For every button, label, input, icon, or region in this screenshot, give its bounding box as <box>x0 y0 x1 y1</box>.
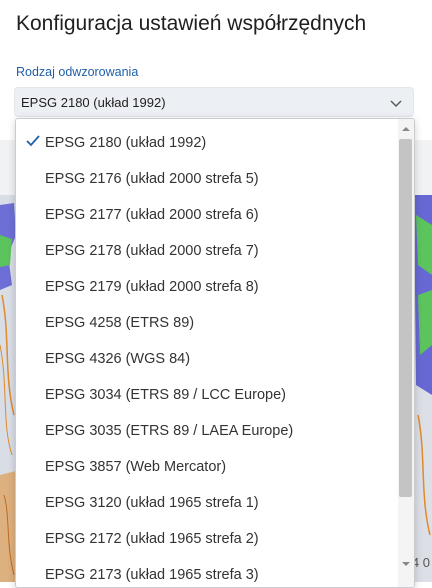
scroll-down-arrow-icon[interactable] <box>401 559 411 569</box>
dropdown-option-label: EPSG 2177 (układ 2000 strefa 6) <box>45 207 259 223</box>
checkmark-icon <box>26 135 40 147</box>
dropdown-option[interactable]: EPSG 4258 (ETRS 89) <box>16 305 400 341</box>
projection-dropdown-list[interactable]: EPSG 2180 (układ 1992) EPSG 2176 (układ 2… <box>15 118 415 588</box>
projection-select-value: EPSG 2180 (układ 1992) <box>21 95 166 110</box>
dropdown-option-label: EPSG 3120 (układ 1965 strefa 1) <box>45 495 259 511</box>
dropdown-scrollbar[interactable] <box>398 119 414 587</box>
dropdown-option-label: EPSG 3034 (ETRS 89 / LCC Europe) <box>45 387 286 403</box>
dropdown-option[interactable]: EPSG 2180 (układ 1992) <box>16 125 400 161</box>
dropdown-option[interactable]: EPSG 3857 (Web Mercator) <box>16 449 400 485</box>
scroll-thumb[interactable] <box>399 139 412 497</box>
dropdown-option[interactable]: EPSG 2173 (układ 1965 strefa 3) <box>16 557 400 587</box>
scroll-up-arrow-icon[interactable] <box>401 124 411 134</box>
dropdown-option-label: EPSG 2173 (układ 1965 strefa 3) <box>45 567 259 583</box>
dropdown-option[interactable]: EPSG 2179 (układ 2000 strefa 8) <box>16 269 400 305</box>
dropdown-option-label: EPSG 4258 (ETRS 89) <box>45 315 195 331</box>
dropdown-option-label: EPSG 2176 (układ 2000 strefa 5) <box>45 171 259 187</box>
dropdown-option[interactable]: EPSG 2172 (układ 1965 strefa 2) <box>16 521 400 557</box>
dropdown-option-label: EPSG 2178 (układ 2000 strefa 7) <box>45 243 259 259</box>
dropdown-option-label: EPSG 4326 (WGS 84) <box>45 351 191 367</box>
dropdown-option-label: EPSG 2172 (układ 1965 strefa 2) <box>45 531 259 547</box>
dropdown-option-label: EPSG 3035 (ETRS 89 / LAEA Europe) <box>45 423 294 439</box>
dropdown-option-label: EPSG 2179 (układ 2000 strefa 8) <box>45 279 259 295</box>
chevron-down-icon <box>390 100 402 107</box>
dropdown-option[interactable]: EPSG 4326 (WGS 84) <box>16 341 400 377</box>
dropdown-option-label: EPSG 2180 (układ 1992) <box>45 135 207 151</box>
dropdown-option[interactable]: EPSG 2176 (układ 2000 strefa 5) <box>16 161 400 197</box>
dropdown-option[interactable]: EPSG 2178 (układ 2000 strefa 7) <box>16 233 400 269</box>
dropdown-option[interactable]: EPSG 3035 (ETRS 89 / LAEA Europe) <box>16 413 400 449</box>
projection-field-label: Rodzaj odwzorowania <box>16 65 139 79</box>
projection-select[interactable]: EPSG 2180 (układ 1992) <box>14 87 414 117</box>
dropdown-option-label: EPSG 3857 (Web Mercator) <box>45 459 227 475</box>
dropdown-option[interactable]: EPSG 3120 (układ 1965 strefa 1) <box>16 485 400 521</box>
dropdown-option[interactable]: EPSG 2177 (układ 2000 strefa 6) <box>16 197 400 233</box>
dropdown-option[interactable]: EPSG 3034 (ETRS 89 / LCC Europe) <box>16 377 400 413</box>
page-title: Konfiguracja ustawień współrzędnych <box>16 12 367 35</box>
